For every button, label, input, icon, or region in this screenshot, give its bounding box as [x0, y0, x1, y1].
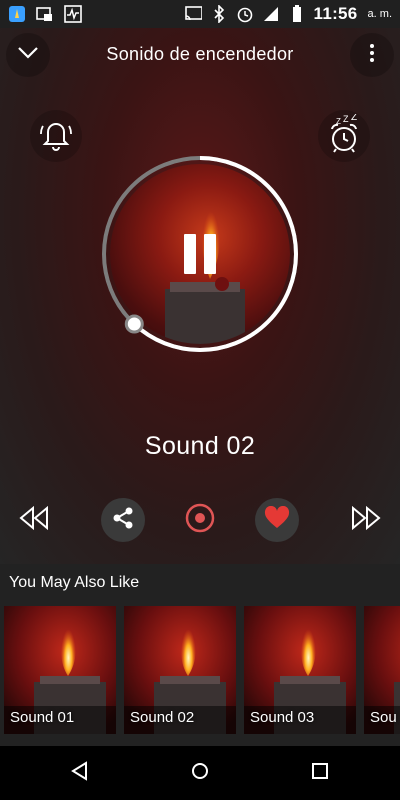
player-panel: Sonido de encendedor Z Z Z Sound 02 [0, 28, 400, 564]
battery-icon [288, 5, 306, 23]
more-vertical-icon [369, 43, 375, 68]
suggestion-card[interactable]: Sound 03 [244, 606, 356, 734]
status-bar: 11:56 a. m. [0, 0, 400, 28]
record-icon [184, 502, 216, 539]
suggestion-label: Sound 03 [250, 709, 315, 726]
screen-cast-icon [184, 5, 202, 23]
signal-icon [262, 5, 280, 23]
navigation-bar [0, 746, 400, 800]
favorite-button[interactable] [255, 498, 299, 542]
share-icon [111, 506, 135, 535]
pause-icon [184, 234, 196, 274]
back-button[interactable] [63, 756, 97, 790]
app-notification-icon [8, 5, 26, 23]
activity-notification-icon [64, 5, 82, 23]
share-button[interactable] [101, 498, 145, 542]
fast-forward-icon [351, 505, 381, 535]
player-controls [0, 498, 400, 542]
pause-button[interactable] [180, 234, 220, 274]
heart-icon [264, 505, 290, 535]
more-options-button[interactable] [350, 33, 394, 77]
suggestion-card[interactable]: Sound 02 [124, 606, 236, 734]
page-title: Sonido de encendedor [106, 44, 294, 64]
suggestion-label: Sound 02 [130, 709, 195, 726]
suggestion-card[interactable]: Sou [364, 606, 400, 734]
suggestions-section: You May Also Like Sound 01 Sound 02 Soun… [0, 564, 400, 746]
track-title: Sound 02 [144, 432, 256, 460]
home-button[interactable] [183, 756, 217, 790]
rewind-icon [19, 505, 49, 535]
recents-square-icon [310, 761, 330, 786]
album-disc [100, 154, 300, 354]
next-button[interactable] [344, 498, 388, 542]
ringtone-button[interactable] [30, 110, 82, 162]
alarm-status-icon [236, 5, 254, 23]
bell-icon [36, 114, 76, 159]
previous-button[interactable] [12, 498, 56, 542]
svg-text:Z: Z [343, 114, 349, 124]
status-time: 11:56 [313, 4, 358, 23]
suggestion-label: Sound 01 [10, 709, 75, 726]
suggestion-label: Sou [370, 709, 397, 726]
suggestions-list: Sound 01 Sound 02 Sound 03 Sou [4, 606, 400, 734]
record-button[interactable] [178, 498, 222, 542]
suggestion-card[interactable]: Sound 01 [4, 606, 116, 734]
recents-button[interactable] [303, 756, 337, 790]
sleep-timer-button[interactable]: Z Z Z [318, 110, 370, 162]
home-circle-icon [190, 761, 210, 786]
status-ampm: a. m. [367, 8, 392, 20]
back-triangle-icon [70, 760, 90, 786]
svg-text:Z: Z [351, 114, 357, 123]
alarm-clock-zzz-icon: Z Z Z [324, 112, 364, 159]
cast-notification-icon [36, 5, 54, 23]
suggestions-title: You May Also Like [9, 574, 140, 591]
bluetooth-icon [210, 5, 228, 23]
